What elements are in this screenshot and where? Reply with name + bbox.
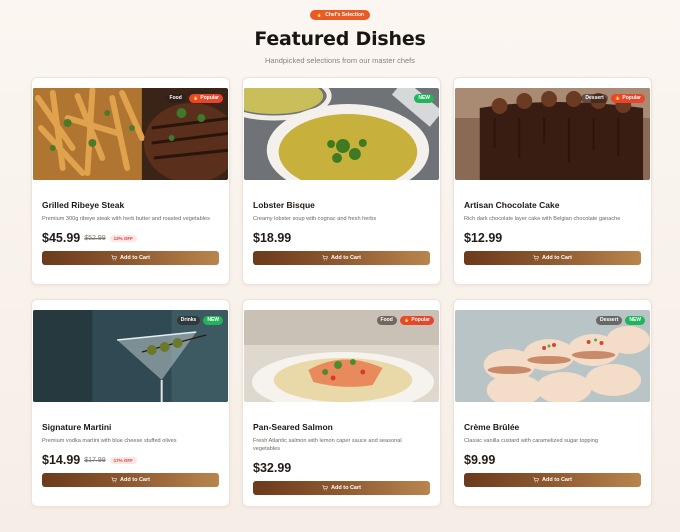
flame-icon: 🔥 xyxy=(192,95,199,101)
dish-tags: NEW xyxy=(414,94,434,103)
dish-tags: Drinks NEW xyxy=(176,316,223,325)
old-price: $52.99 xyxy=(84,234,106,242)
category-tag: Food xyxy=(376,316,397,325)
dish-card[interactable]: Dessert 🔥 Popular Artisan Chocolate Cake… xyxy=(453,77,652,285)
dish-description: Fresh Atlantic salmon with lemon caper s… xyxy=(253,438,402,452)
dish-price: $45.99 xyxy=(42,231,81,245)
category-tag: Dessert xyxy=(595,316,623,325)
dish-name: Lobster Bisque xyxy=(253,200,315,210)
price-row: $9.99 xyxy=(464,453,641,467)
popular-tag: 🔥 Popular xyxy=(399,316,434,325)
flame-icon: 🔥 xyxy=(614,95,621,101)
price-row: $32.99 xyxy=(253,461,430,475)
old-price: $17.99 xyxy=(84,456,106,464)
dish-image: NEW xyxy=(244,88,439,180)
dish-price: $9.99 xyxy=(464,453,496,467)
dish-image: Food 🔥 Popular xyxy=(244,310,439,402)
category-tag: Food xyxy=(165,94,186,103)
price-row: $14.99 $17.99 17% OFF xyxy=(42,453,219,467)
chefs-selection-badge: 🔥 Chef's Selection xyxy=(310,10,370,20)
dish-description: Premium vodka martini with blue cheese s… xyxy=(42,438,177,444)
dish-image: Dessert NEW xyxy=(455,310,650,402)
page-title: Featured Dishes xyxy=(254,28,426,50)
dishes-grid: Food 🔥 Popular Grilled Ribeye Steak Prem… xyxy=(31,77,652,507)
price-row: $12.99 xyxy=(464,231,641,245)
dish-price: $18.99 xyxy=(253,231,292,245)
popular-tag: 🔥 Popular xyxy=(188,94,223,103)
add-to-cart-button[interactable]: Add to Cart xyxy=(253,251,430,265)
dish-price: $14.99 xyxy=(42,453,81,467)
add-to-cart-label: Add to Cart xyxy=(120,255,150,261)
add-to-cart-button[interactable]: Add to Cart xyxy=(42,473,219,487)
page-subtitle: Handpicked selections from our master ch… xyxy=(264,56,416,65)
dish-tags: Food 🔥 Popular xyxy=(376,316,434,325)
popular-tag: 🔥 Popular xyxy=(610,94,645,103)
badge-label: Chef's Selection xyxy=(325,12,364,18)
new-tag: NEW xyxy=(414,94,434,103)
dish-card[interactable]: Dessert NEW Crème Brûlée Classic vanilla… xyxy=(453,299,652,507)
discount-badge: 13% OFF xyxy=(109,234,137,242)
add-to-cart-button[interactable]: Add to Cart xyxy=(253,481,430,495)
add-to-cart-label: Add to Cart xyxy=(542,255,572,261)
section-header: 🔥 Chef's Selection Featured Dishes Handp… xyxy=(0,0,680,65)
cart-icon xyxy=(322,485,328,491)
cart-icon xyxy=(111,255,117,261)
new-tag: NEW xyxy=(625,316,645,325)
dish-tags: Dessert 🔥 Popular xyxy=(581,94,645,103)
dish-name: Signature Martini xyxy=(42,422,112,432)
add-to-cart-label: Add to Cart xyxy=(331,255,361,261)
add-to-cart-label: Add to Cart xyxy=(331,485,361,491)
price-row: $18.99 xyxy=(253,231,430,245)
discount-badge: 17% OFF xyxy=(109,456,137,464)
dish-card[interactable]: Food 🔥 Popular Grilled Ribeye Steak Prem… xyxy=(31,77,230,285)
add-to-cart-label: Add to Cart xyxy=(120,477,150,483)
category-tag: Drinks xyxy=(176,316,201,325)
dish-tags: Dessert NEW xyxy=(595,316,645,325)
dish-card[interactable]: Drinks NEW Signature Martini Premium vod… xyxy=(31,299,230,507)
cart-icon xyxy=(533,477,539,483)
popular-tag-label: Popular xyxy=(200,95,219,101)
cart-icon xyxy=(322,255,328,261)
dish-description: Classic vanilla custard with caramelized… xyxy=(464,438,599,444)
dish-description: Premium 300g ribeye steak with herb butt… xyxy=(42,216,210,222)
dish-name: Artisan Chocolate Cake xyxy=(464,200,560,210)
dish-tags: Food 🔥 Popular xyxy=(165,94,223,103)
add-to-cart-button[interactable]: Add to Cart xyxy=(42,251,219,265)
dish-description: Rich dark chocolate layer cake with Belg… xyxy=(464,216,621,222)
dish-price: $12.99 xyxy=(464,231,503,245)
cart-icon xyxy=(533,255,539,261)
dish-name: Pan-Seared Salmon xyxy=(253,422,333,432)
featured-dishes-page: 🔥 Chef's Selection Featured Dishes Handp… xyxy=(0,0,680,532)
flame-icon: 🔥 xyxy=(403,317,410,323)
category-tag: Dessert xyxy=(581,94,608,103)
dish-description: Creamy lobster soup with cognac and fres… xyxy=(253,216,377,222)
cart-icon xyxy=(111,477,117,483)
add-to-cart-label: Add to Cart xyxy=(542,477,572,483)
dish-image: Food 🔥 Popular xyxy=(33,88,228,180)
dish-name: Crème Brûlée xyxy=(464,422,520,432)
dish-price: $32.99 xyxy=(253,461,292,475)
flame-icon: 🔥 xyxy=(316,12,323,18)
dish-image: Dessert 🔥 Popular xyxy=(455,88,650,180)
dish-card[interactable]: Food 🔥 Popular Pan-Seared Salmon Fresh A… xyxy=(242,299,441,507)
add-to-cart-button[interactable]: Add to Cart xyxy=(464,473,641,487)
popular-tag-label: Popular xyxy=(411,317,430,323)
dish-name: Grilled Ribeye Steak xyxy=(42,200,125,210)
add-to-cart-button[interactable]: Add to Cart xyxy=(464,251,641,265)
dish-card[interactable]: NEW Lobster Bisque Creamy lobster soup w… xyxy=(242,77,441,285)
price-row: $45.99 $52.99 13% OFF xyxy=(42,231,219,245)
dish-image: Drinks NEW xyxy=(33,310,228,402)
popular-tag-label: Popular xyxy=(622,95,641,101)
new-tag: NEW xyxy=(203,316,223,325)
